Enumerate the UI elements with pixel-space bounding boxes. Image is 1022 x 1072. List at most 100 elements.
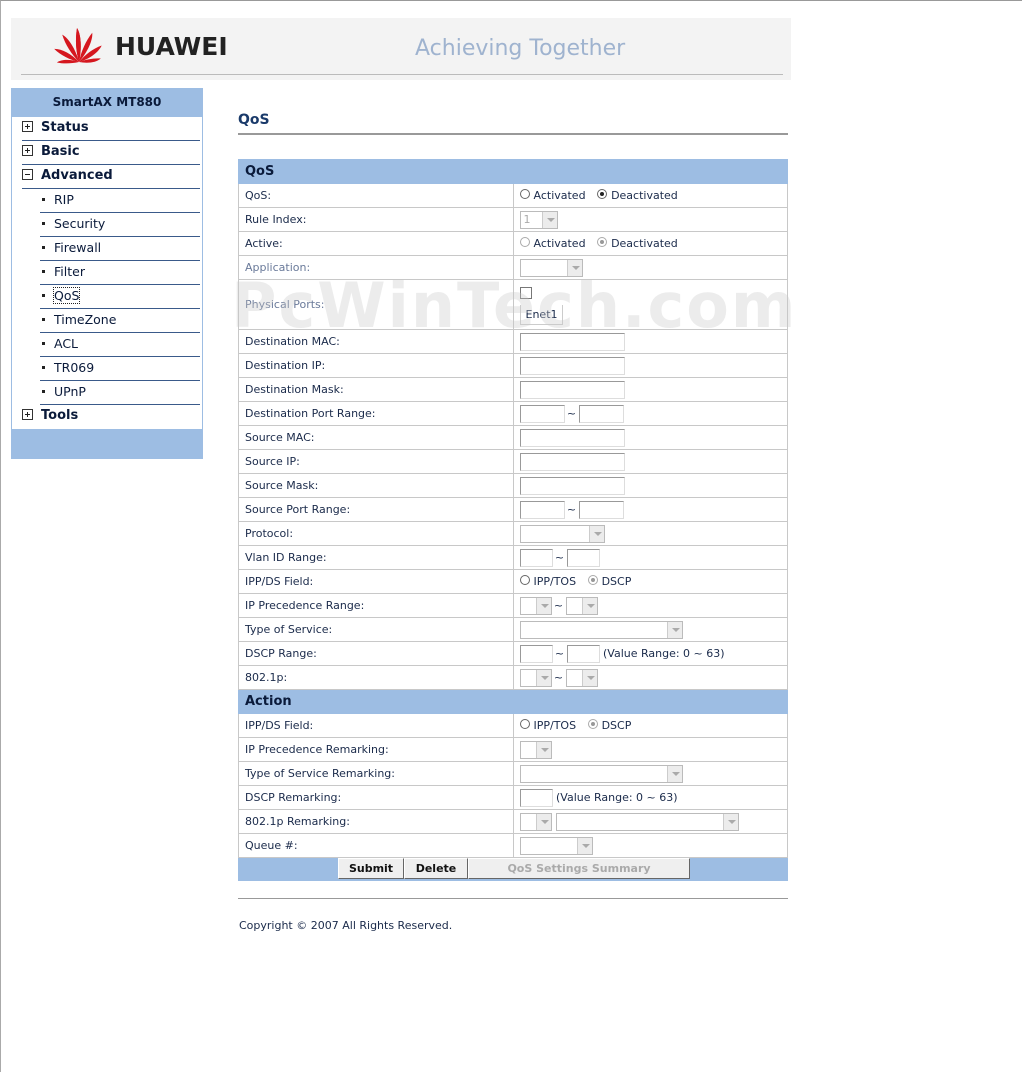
ip-precedence-range-label: IP Precedence Range:: [238, 593, 514, 618]
copyright-text: Copyright © 2007 All Rights Reserved.: [239, 919, 453, 932]
huawei-petals-icon: [54, 28, 102, 64]
destination-port-start-input[interactable]: [519, 404, 565, 423]
range-separator: ~: [566, 407, 577, 420]
dscp-radio[interactable]: [587, 575, 598, 585]
sidebar-item-acl[interactable]: ACL: [40, 333, 200, 357]
qos-activated-radio[interactable]: [519, 189, 530, 199]
source-port-end-input[interactable]: [578, 500, 624, 519]
physical-ports-label: Physical Ports:: [238, 279, 514, 330]
dscp-start-input[interactable]: [519, 644, 553, 663]
sidebar-item-tr069[interactable]: TR069: [40, 357, 200, 381]
destination-mask-input[interactable]: [519, 380, 625, 399]
ip-precedence-remarking-select[interactable]: [519, 740, 552, 759]
sidebar-item-label: Basic: [41, 144, 80, 159]
rule-index-value: 1: [523, 212, 531, 226]
active-deactivated-radio[interactable]: [597, 237, 608, 247]
dscp-end-input[interactable]: [566, 644, 600, 663]
destination-mac-input[interactable]: [519, 332, 625, 351]
ip-precedence-end-select[interactable]: [565, 596, 598, 615]
form-row-tos-remarking: Type of Service Remarking:: [238, 761, 788, 786]
qos-settings-summary-button[interactable]: QoS Settings Summary: [468, 858, 690, 879]
dscp-remarking-input[interactable]: [519, 788, 553, 807]
type-of-service-select[interactable]: [519, 620, 683, 639]
sidebar-item-upnp[interactable]: UPnP: [40, 381, 200, 405]
dot1p-remarking-detail-select[interactable]: [556, 812, 739, 831]
qos-deactivated-label: Deactivated: [611, 189, 678, 202]
dot1p-end-select[interactable]: [565, 668, 598, 687]
source-mac-input[interactable]: [519, 428, 625, 447]
source-ip-input[interactable]: [519, 452, 625, 471]
sidebar-item-tools[interactable]: Tools: [22, 405, 200, 429]
chevron-down-icon: [535, 813, 551, 830]
vlan-id-start-input[interactable]: [519, 548, 553, 567]
qos-deactivated-radio[interactable]: [597, 189, 608, 199]
sidebar-item-basic[interactable]: Basic: [22, 141, 200, 165]
form-row-action-ipp-ds-field: IPP/DS Field: IPP/TOS DSCP: [238, 713, 788, 738]
form-row-protocol: Protocol:: [238, 521, 788, 546]
destination-ip-input[interactable]: [519, 356, 625, 375]
sidebar-item-timezone[interactable]: TimeZone: [40, 309, 200, 333]
type-of-service-label: Type of Service:: [238, 617, 514, 642]
application-select[interactable]: [519, 258, 583, 277]
form-row-physical-ports: Physical Ports: Enet1: [238, 279, 788, 330]
footer-divider: [238, 898, 788, 899]
sidebar-item-advanced[interactable]: Advanced: [22, 165, 200, 189]
form-row-source-mac: Source MAC:: [238, 425, 788, 450]
source-mask-input[interactable]: [519, 476, 625, 495]
source-mask-label: Source Mask:: [238, 473, 514, 498]
form-row-8021p-remarking: 802.1p Remarking:: [238, 809, 788, 834]
application-label: Application:: [238, 255, 514, 280]
sidebar-item-label: Advanced: [41, 168, 113, 183]
chevron-down-icon: [535, 597, 551, 614]
ip-precedence-start-select[interactable]: [519, 596, 552, 615]
ipp-tos-label: IPP/TOS: [533, 575, 577, 588]
chevron-down-icon: [576, 837, 592, 854]
action-ipp-tos-label: IPP/TOS: [533, 719, 577, 732]
action-ipp-tos-radio[interactable]: [519, 719, 530, 729]
sidebar-item-label: QoS: [52, 287, 81, 304]
sidebar-item-qos[interactable]: QoS: [40, 285, 200, 309]
submit-button[interactable]: Submit: [338, 858, 404, 879]
ipp-tos-radio[interactable]: [519, 575, 530, 585]
sidebar-item-filter[interactable]: Filter: [40, 261, 200, 285]
action-dscp-radio[interactable]: [587, 719, 598, 729]
queue-select[interactable]: [519, 836, 593, 855]
ip-precedence-remarking-label: IP Precedence Remarking:: [238, 737, 514, 762]
rule-index-select[interactable]: 1: [519, 210, 558, 229]
sidebar-item-security[interactable]: Security: [40, 213, 200, 237]
form-row-type-of-service: Type of Service:: [238, 617, 788, 642]
active-activated-radio[interactable]: [519, 237, 530, 247]
sidebar-item-label: Status: [41, 120, 89, 135]
vlan-id-range-label: Vlan ID Range:: [238, 545, 514, 570]
dot1p-remarking-label: 802.1p Remarking:: [238, 809, 514, 834]
form-row-ip-precedence-range: IP Precedence Range: ~: [238, 593, 788, 618]
sidebar-item-rip[interactable]: RIP: [40, 189, 200, 213]
dscp-range-hint: (Value Range: 0 ~ 63): [603, 646, 725, 660]
sidebar-item-status[interactable]: Status: [22, 117, 200, 141]
enet1-checkbox[interactable]: [519, 286, 532, 299]
sidebar-item-firewall[interactable]: Firewall: [40, 237, 200, 261]
dot1p-start-select[interactable]: [519, 668, 552, 687]
page-title: QoS: [238, 112, 270, 128]
bullet-icon: [42, 294, 45, 297]
source-port-start-input[interactable]: [519, 500, 565, 519]
tos-remarking-select[interactable]: [519, 764, 683, 783]
header-divider: [21, 74, 783, 75]
bullet-icon: [42, 390, 45, 393]
form-row-source-ip: Source IP:: [238, 449, 788, 474]
form-row-ipp-ds-field: IPP/DS Field: IPP/TOS DSCP: [238, 569, 788, 594]
range-separator: ~: [553, 599, 564, 612]
source-ip-label: Source IP:: [238, 449, 514, 474]
delete-button[interactable]: Delete: [404, 858, 468, 879]
rule-index-label: Rule Index:: [238, 207, 514, 232]
form-row-queue: Queue #:: [238, 833, 788, 858]
device-name: SmartAX MT880: [52, 95, 162, 109]
vlan-id-end-input[interactable]: [566, 548, 600, 567]
tos-remarking-label: Type of Service Remarking:: [238, 761, 514, 786]
chevron-down-icon: [581, 669, 597, 686]
page-header: HUAWEI Achieving Together: [11, 18, 791, 80]
destination-port-end-input[interactable]: [578, 404, 624, 423]
protocol-select[interactable]: [519, 524, 605, 543]
form-row-qos: QoS: Activated Deactivated: [238, 183, 788, 208]
dot1p-remarking-select[interactable]: [519, 812, 552, 831]
